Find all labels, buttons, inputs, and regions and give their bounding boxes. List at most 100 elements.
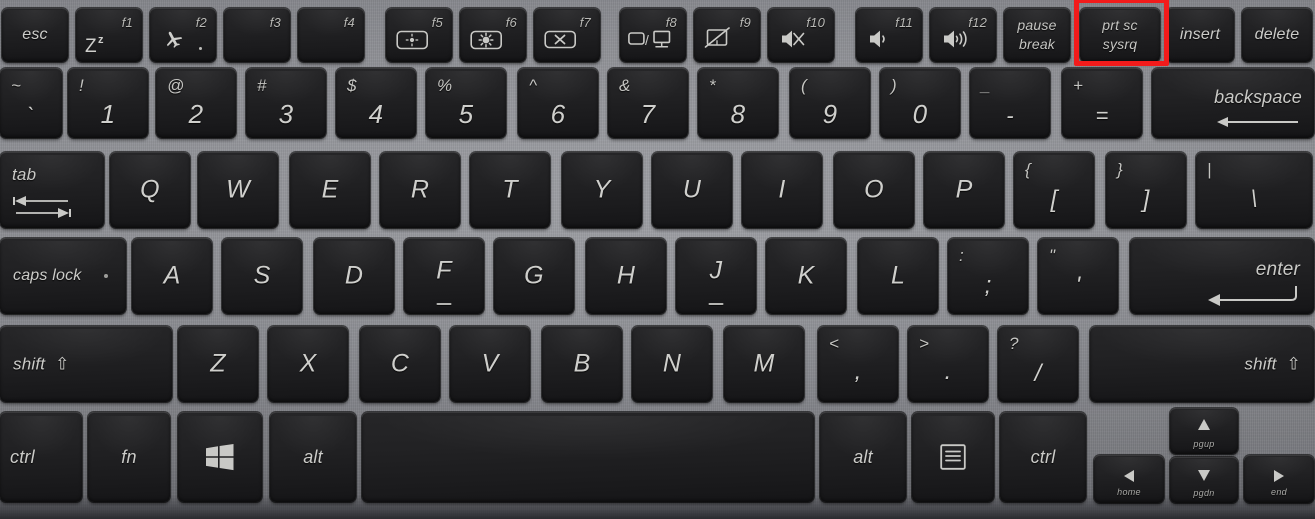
sleep-icon: Z z xyxy=(85,32,119,57)
key-arrow-up-sub: pgup xyxy=(1193,439,1215,449)
key-backtick[interactable]: ~ ` xyxy=(0,68,62,138)
key-u[interactable]: U xyxy=(652,152,732,228)
key-slash[interactable]: ? / xyxy=(998,326,1078,402)
key-spacebar[interactable] xyxy=(362,412,814,502)
key-2[interactable]: @ 2 xyxy=(156,68,236,138)
key-9-shift: ( xyxy=(801,76,807,95)
key-s-label: S xyxy=(253,261,271,290)
key-semicolon[interactable]: : ; xyxy=(948,238,1028,314)
key-insert[interactable]: insert xyxy=(1166,8,1234,62)
key-quote[interactable]: " ' xyxy=(1038,238,1118,314)
key-print-screen[interactable]: prt sc sysrq xyxy=(1080,8,1160,62)
key-arrow-up[interactable]: pgup xyxy=(1170,408,1238,454)
key-l[interactable]: L xyxy=(858,238,938,314)
key-ctrl-right[interactable]: ctrl xyxy=(1000,412,1086,502)
key-z[interactable]: Z xyxy=(178,326,258,402)
key-shift-right[interactable]: shift ⇧ xyxy=(1090,326,1314,402)
key-j[interactable]: J xyxy=(676,238,756,314)
key-7[interactable]: & 7 xyxy=(608,68,688,138)
key-6[interactable]: ^ 6 xyxy=(518,68,598,138)
display-off-icon xyxy=(544,29,578,51)
key-s[interactable]: S xyxy=(222,238,302,314)
key-alt-right[interactable]: alt xyxy=(820,412,906,502)
key-bracket-right[interactable]: } ] xyxy=(1106,152,1186,228)
key-t-label: T xyxy=(502,175,518,204)
key-comma[interactable]: < , xyxy=(818,326,898,402)
key-1[interactable]: ! 1 xyxy=(68,68,148,138)
key-f[interactable]: F xyxy=(404,238,484,314)
key-backslash[interactable]: | \ xyxy=(1196,152,1312,228)
key-t[interactable]: T xyxy=(470,152,550,228)
key-8[interactable]: * 8 xyxy=(698,68,778,138)
key-period[interactable]: > . xyxy=(908,326,988,402)
key-q[interactable]: Q xyxy=(110,152,190,228)
key-pause-break-label: pause break xyxy=(1004,16,1070,54)
key-3[interactable]: # 3 xyxy=(246,68,326,138)
volume-up-icon xyxy=(942,27,976,51)
key-f12-fnum: f12 xyxy=(968,15,987,30)
key-f12[interactable]: f12 xyxy=(930,8,996,62)
key-6-main: 6 xyxy=(550,99,566,129)
key-enter[interactable]: enter xyxy=(1130,238,1314,314)
key-esc[interactable]: esc xyxy=(2,8,68,62)
key-windows[interactable] xyxy=(178,412,262,502)
key-w[interactable]: W xyxy=(198,152,278,228)
key-v[interactable]: V xyxy=(450,326,530,402)
key-tab[interactable]: tab xyxy=(0,152,104,228)
key-g[interactable]: G xyxy=(494,238,574,314)
key-arrow-left[interactable]: home xyxy=(1094,455,1164,503)
key-b[interactable]: B xyxy=(542,326,622,402)
key-h[interactable]: H xyxy=(586,238,666,314)
key-5[interactable]: % 5 xyxy=(426,68,506,138)
key-f7[interactable]: f7 xyxy=(534,8,600,62)
key-fn[interactable]: fn xyxy=(88,412,170,502)
key-ctrl-left[interactable]: ctrl xyxy=(0,412,82,502)
key-minus[interactable]: _ - xyxy=(970,68,1050,138)
key-9[interactable]: ( 9 xyxy=(790,68,870,138)
key-arrow-down[interactable]: pgdn xyxy=(1170,457,1238,503)
key-e[interactable]: E xyxy=(290,152,370,228)
key-p[interactable]: P xyxy=(924,152,1004,228)
menu-icon xyxy=(940,444,966,470)
key-f3[interactable]: f3 xyxy=(224,8,290,62)
pause-line: pause xyxy=(1017,17,1057,34)
display-switch-icon: / xyxy=(628,28,674,52)
key-f4[interactable]: f4 xyxy=(298,8,364,62)
key-caps-lock[interactable]: caps lock xyxy=(0,238,126,314)
key-r[interactable]: R xyxy=(380,152,460,228)
key-f9[interactable]: f9 xyxy=(694,8,760,62)
key-f1[interactable]: f1 Z z xyxy=(76,8,142,62)
key-i[interactable]: I xyxy=(742,152,822,228)
key-m[interactable]: M xyxy=(724,326,804,402)
key-alt-left[interactable]: alt xyxy=(270,412,356,502)
key-0[interactable]: ) 0 xyxy=(880,68,960,138)
key-f5[interactable]: f5 xyxy=(386,8,452,62)
key-4[interactable]: $ 4 xyxy=(336,68,416,138)
key-menu[interactable] xyxy=(912,412,994,502)
key-a[interactable]: A xyxy=(132,238,212,314)
key-y[interactable]: Y xyxy=(562,152,642,228)
key-f3-fnum: f3 xyxy=(269,15,281,30)
key-equals[interactable]: + = xyxy=(1062,68,1142,138)
key-n[interactable]: N xyxy=(632,326,712,402)
key-bracket-left[interactable]: { [ xyxy=(1014,152,1094,228)
key-k[interactable]: K xyxy=(766,238,846,314)
key-quote-main: ' xyxy=(1075,272,1081,299)
key-f6[interactable]: f6 xyxy=(460,8,526,62)
key-shift-left[interactable]: shift ⇧ xyxy=(0,326,172,402)
key-d[interactable]: D xyxy=(314,238,394,314)
key-delete[interactable]: delete xyxy=(1242,8,1312,62)
key-arrow-right[interactable]: end xyxy=(1244,455,1314,503)
key-o[interactable]: O xyxy=(834,152,914,228)
key-backspace[interactable]: backspace xyxy=(1152,68,1314,138)
break-line: break xyxy=(1018,36,1056,52)
key-f10[interactable]: f10 xyxy=(768,8,834,62)
key-f8[interactable]: f8 / xyxy=(620,8,686,62)
key-f2[interactable]: f2 xyxy=(150,8,216,62)
key-f11[interactable]: f11 xyxy=(856,8,922,62)
key-pause-break[interactable]: pause break xyxy=(1004,8,1070,62)
windows-icon xyxy=(205,443,235,471)
key-x[interactable]: X xyxy=(268,326,348,402)
key-c[interactable]: C xyxy=(360,326,440,402)
arrow-up-icon xyxy=(1196,418,1212,432)
